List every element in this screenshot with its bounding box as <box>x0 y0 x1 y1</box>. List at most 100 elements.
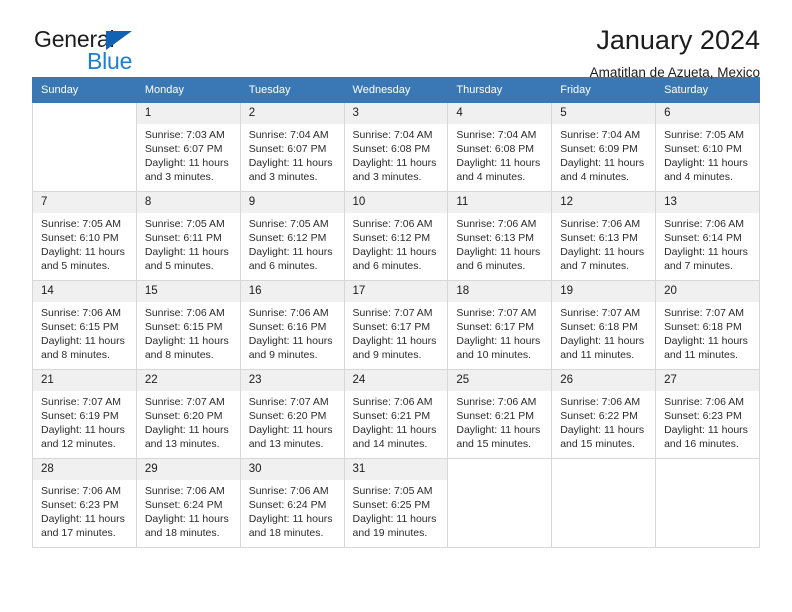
daylight-text: Daylight: 11 hours and 16 minutes. <box>664 424 748 451</box>
sunset-text: Sunset: 6:23 PM <box>41 498 119 511</box>
day-cell[interactable]: 10 Sunrise: 7:06 AM Sunset: 6:12 PM Dayl… <box>343 191 449 281</box>
daylight-text: Daylight: 11 hours and 6 minutes. <box>352 246 437 273</box>
day-number: 18 <box>448 281 552 302</box>
day-cell[interactable]: 27 Sunrise: 7:06 AM Sunset: 6:23 PM Dayl… <box>655 369 760 459</box>
sunset-text: Sunset: 6:14 PM <box>664 231 742 244</box>
day-info: Sunrise: 7:06 AM Sunset: 6:13 PM Dayligh… <box>448 213 551 274</box>
day-number: 5 <box>552 103 656 124</box>
day-info: Sunrise: 7:06 AM Sunset: 6:15 PM Dayligh… <box>33 302 136 363</box>
sunset-text: Sunset: 6:13 PM <box>456 231 535 244</box>
sunrise-text: Sunrise: 7:07 AM <box>560 306 641 319</box>
weekday-header-sunday: Sunday <box>32 77 137 103</box>
sunrise-text: Sunrise: 7:06 AM <box>456 395 537 408</box>
sunset-text: Sunset: 6:17 PM <box>456 320 535 333</box>
day-number: 9 <box>240 192 344 213</box>
daylight-text: Daylight: 11 hours and 9 minutes. <box>352 335 437 362</box>
calendar-week-row: 1 Sunrise: 7:03 AM Sunset: 6:07 PM Dayli… <box>32 102 760 192</box>
day-number: 17 <box>344 281 448 302</box>
day-number: 28 <box>33 459 136 480</box>
day-cell[interactable]: 9 Sunrise: 7:05 AM Sunset: 6:12 PM Dayli… <box>239 191 345 281</box>
daylight-text: Daylight: 11 hours and 15 minutes. <box>456 424 541 451</box>
daylight-text: Daylight: 11 hours and 9 minutes. <box>248 335 333 362</box>
day-cell[interactable]: 22 Sunrise: 7:07 AM Sunset: 6:20 PM Dayl… <box>135 369 241 459</box>
sunrise-text: Sunrise: 7:06 AM <box>664 217 745 230</box>
sunset-text: Sunset: 6:22 PM <box>560 409 638 422</box>
day-cell[interactable]: 16 Sunrise: 7:06 AM Sunset: 6:16 PM Dayl… <box>239 280 345 370</box>
day-info: Sunrise: 7:07 AM Sunset: 6:17 PM Dayligh… <box>448 302 551 363</box>
day-info: Sunrise: 7:04 AM Sunset: 6:07 PM Dayligh… <box>241 124 344 185</box>
day-cell[interactable]: 19 Sunrise: 7:07 AM Sunset: 6:18 PM Dayl… <box>551 280 657 370</box>
day-number: 8 <box>136 192 240 213</box>
sunrise-text: Sunrise: 7:06 AM <box>352 395 433 408</box>
sunset-text: Sunset: 6:25 PM <box>352 498 431 511</box>
daylight-text: Daylight: 11 hours and 7 minutes. <box>664 246 748 273</box>
day-number: 20 <box>656 281 759 302</box>
day-number: 11 <box>448 192 552 213</box>
daylight-text: Daylight: 11 hours and 3 minutes. <box>248 157 333 184</box>
day-cell[interactable]: 13 Sunrise: 7:06 AM Sunset: 6:14 PM Dayl… <box>655 191 760 281</box>
day-info: Sunrise: 7:07 AM Sunset: 6:17 PM Dayligh… <box>345 302 448 363</box>
daylight-text: Daylight: 11 hours and 10 minutes. <box>456 335 541 362</box>
day-cell-empty <box>447 458 553 548</box>
day-cell[interactable]: 23 Sunrise: 7:07 AM Sunset: 6:20 PM Dayl… <box>239 369 345 459</box>
day-cell[interactable]: 21 Sunrise: 7:07 AM Sunset: 6:19 PM Dayl… <box>32 369 137 459</box>
day-cell[interactable]: 1 Sunrise: 7:03 AM Sunset: 6:07 PM Dayli… <box>135 102 241 192</box>
day-cell[interactable]: 30 Sunrise: 7:06 AM Sunset: 6:24 PM Dayl… <box>239 458 345 548</box>
logo-text-blue: Blue <box>87 48 133 74</box>
day-cell[interactable]: 4 Sunrise: 7:04 AM Sunset: 6:08 PM Dayli… <box>447 102 553 192</box>
day-cell[interactable]: 26 Sunrise: 7:06 AM Sunset: 6:22 PM Dayl… <box>551 369 657 459</box>
day-cell-empty <box>655 458 760 548</box>
day-cell[interactable]: 24 Sunrise: 7:06 AM Sunset: 6:21 PM Dayl… <box>343 369 449 459</box>
sunrise-text: Sunrise: 7:06 AM <box>41 484 121 497</box>
sunrise-text: Sunrise: 7:05 AM <box>664 128 745 141</box>
sunset-text: Sunset: 6:12 PM <box>248 231 327 244</box>
day-cell[interactable]: 18 Sunrise: 7:07 AM Sunset: 6:17 PM Dayl… <box>447 280 553 370</box>
day-cell[interactable]: 31 Sunrise: 7:05 AM Sunset: 6:25 PM Dayl… <box>343 458 449 548</box>
day-cell[interactable]: 14 Sunrise: 7:06 AM Sunset: 6:15 PM Dayl… <box>32 280 137 370</box>
day-info: Sunrise: 7:05 AM Sunset: 6:11 PM Dayligh… <box>137 213 240 274</box>
day-cell[interactable]: 25 Sunrise: 7:06 AM Sunset: 6:21 PM Dayl… <box>447 369 553 459</box>
day-number: 10 <box>344 192 448 213</box>
day-cell[interactable]: 28 Sunrise: 7:06 AM Sunset: 6:23 PM Dayl… <box>32 458 137 548</box>
title-block: January 2024 Amatitlan de Azueta, Mexico <box>590 26 760 81</box>
weekday-header-tuesday: Tuesday <box>239 77 345 103</box>
day-number: 2 <box>240 103 344 124</box>
day-number: 29 <box>136 459 240 480</box>
day-cell[interactable]: 20 Sunrise: 7:07 AM Sunset: 6:18 PM Dayl… <box>655 280 760 370</box>
calendar-week-row: 28 Sunrise: 7:06 AM Sunset: 6:23 PM Dayl… <box>32 458 760 548</box>
day-info: Sunrise: 7:04 AM Sunset: 6:08 PM Dayligh… <box>345 124 448 185</box>
day-cell[interactable]: 8 Sunrise: 7:05 AM Sunset: 6:11 PM Dayli… <box>135 191 241 281</box>
day-number <box>448 459 552 479</box>
daylight-text: Daylight: 11 hours and 17 minutes. <box>41 513 125 540</box>
day-cell[interactable]: 17 Sunrise: 7:07 AM Sunset: 6:17 PM Dayl… <box>343 280 449 370</box>
day-cell[interactable]: 5 Sunrise: 7:04 AM Sunset: 6:09 PM Dayli… <box>551 102 657 192</box>
sunset-text: Sunset: 6:12 PM <box>352 231 431 244</box>
day-info: Sunrise: 7:06 AM Sunset: 6:24 PM Dayligh… <box>241 480 344 541</box>
sunset-text: Sunset: 6:23 PM <box>664 409 742 422</box>
daylight-text: Daylight: 11 hours and 18 minutes. <box>248 513 333 540</box>
day-cell[interactable]: 3 Sunrise: 7:04 AM Sunset: 6:08 PM Dayli… <box>343 102 449 192</box>
day-info: Sunrise: 7:06 AM Sunset: 6:13 PM Dayligh… <box>552 213 655 274</box>
day-info: Sunrise: 7:03 AM Sunset: 6:07 PM Dayligh… <box>137 124 240 185</box>
day-cell[interactable]: 7 Sunrise: 7:05 AM Sunset: 6:10 PM Dayli… <box>32 191 137 281</box>
sunrise-text: Sunrise: 7:04 AM <box>352 128 433 141</box>
day-cell[interactable]: 2 Sunrise: 7:04 AM Sunset: 6:07 PM Dayli… <box>239 102 345 192</box>
day-number: 30 <box>240 459 344 480</box>
sunrise-text: Sunrise: 7:05 AM <box>248 217 329 230</box>
day-info: Sunrise: 7:06 AM Sunset: 6:24 PM Dayligh… <box>137 480 240 541</box>
sunset-text: Sunset: 6:07 PM <box>248 142 327 155</box>
day-info: Sunrise: 7:06 AM Sunset: 6:23 PM Dayligh… <box>656 391 759 452</box>
day-cell[interactable]: 29 Sunrise: 7:06 AM Sunset: 6:24 PM Dayl… <box>135 458 241 548</box>
day-cell[interactable]: 12 Sunrise: 7:06 AM Sunset: 6:13 PM Dayl… <box>551 191 657 281</box>
sunset-text: Sunset: 6:24 PM <box>144 498 223 511</box>
day-cell[interactable]: 11 Sunrise: 7:06 AM Sunset: 6:13 PM Dayl… <box>447 191 553 281</box>
day-cell[interactable]: 15 Sunrise: 7:06 AM Sunset: 6:15 PM Dayl… <box>135 280 241 370</box>
sunrise-text: Sunrise: 7:07 AM <box>456 306 537 319</box>
day-number <box>33 103 136 123</box>
day-number: 24 <box>344 370 448 391</box>
day-cell[interactable]: 6 Sunrise: 7:05 AM Sunset: 6:10 PM Dayli… <box>655 102 760 192</box>
day-info: Sunrise: 7:06 AM Sunset: 6:14 PM Dayligh… <box>656 213 759 274</box>
day-info: Sunrise: 7:05 AM Sunset: 6:25 PM Dayligh… <box>345 480 448 541</box>
calendar-header-row: Sunday Monday Tuesday Wednesday Thursday… <box>32 77 760 103</box>
sunset-text: Sunset: 6:17 PM <box>352 320 431 333</box>
